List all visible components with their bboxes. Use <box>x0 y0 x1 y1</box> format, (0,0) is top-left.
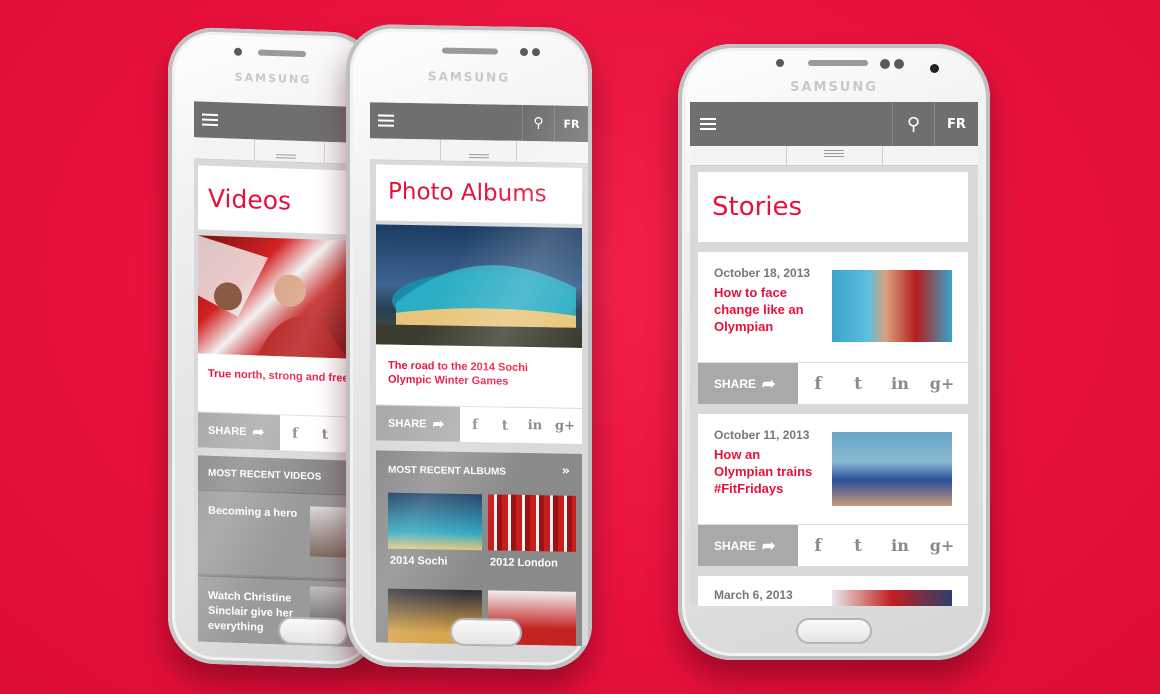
story-date: March 6, 2013 <box>714 588 793 602</box>
linkedin-icon[interactable]: in <box>520 408 550 444</box>
speaker-grille <box>258 49 306 58</box>
drag-handle-icon[interactable] <box>469 154 489 160</box>
share-button[interactable]: SHARE ➦ <box>698 363 798 404</box>
share-arrow-icon: ➦ <box>762 537 776 555</box>
share-bar: SHARE ➦ f t in g+ <box>698 524 968 566</box>
speaker-grille <box>442 47 498 55</box>
story-thumbnail <box>832 270 952 342</box>
share-bar: SHARE ➦ f t in g+ <box>376 404 582 444</box>
section-title-card: Photo Albums <box>376 164 582 224</box>
page-title: Videos <box>208 183 292 216</box>
twitter-icon[interactable]: t <box>838 363 878 404</box>
drag-handle-icon[interactable] <box>276 154 296 161</box>
album-thumbnail <box>388 492 482 551</box>
search-button[interactable]: ⚲ <box>892 102 934 146</box>
hamburger-menu-icon[interactable] <box>700 118 716 130</box>
linkedin-icon[interactable]: in <box>878 525 922 566</box>
story-headline[interactable]: How to face change like an Olympian <box>714 284 820 335</box>
home-button[interactable] <box>796 618 872 644</box>
top-bar: ⚲ FR <box>370 102 588 143</box>
hero-album-image[interactable] <box>376 224 582 348</box>
linkedin-icon[interactable]: in <box>878 363 922 404</box>
language-toggle-button[interactable]: FR <box>554 105 588 143</box>
share-arrow-icon: ➦ <box>432 415 445 432</box>
twitter-icon[interactable]: t <box>490 407 520 443</box>
tab-strip <box>690 146 978 166</box>
camera-lens-icon <box>930 64 939 73</box>
screen-stories: ⚲ FR Stories October 18, 2013 How to fac… <box>690 102 978 606</box>
album-thumbnail <box>488 494 576 552</box>
home-button[interactable] <box>450 617 522 647</box>
front-camera-icon <box>520 47 528 57</box>
album-tile-london[interactable]: 2012 London <box>488 494 576 576</box>
phone-albums: SAMSUNG ⚲ FR Photo Albums The road to th… <box>346 23 592 671</box>
story-card[interactable]: March 6, 2013 <box>698 576 968 606</box>
share-button[interactable]: SHARE ➦ <box>198 412 280 451</box>
language-toggle-button[interactable]: FR <box>934 102 978 146</box>
recent-heading: MOST RECENT ALBUMS <box>388 464 506 478</box>
googleplus-icon[interactable]: g+ <box>922 363 962 404</box>
twitter-icon[interactable]: t <box>310 416 340 452</box>
search-button[interactable]: ⚲ <box>522 104 554 142</box>
speaker-grille <box>808 60 868 66</box>
top-bar: ⚲ FR <box>690 102 978 146</box>
tab-strip <box>370 138 588 165</box>
story-card[interactable]: October 18, 2013 How to face change like… <box>698 252 968 362</box>
hamburger-menu-icon[interactable] <box>202 113 218 127</box>
list-item-thumbnail <box>310 506 350 558</box>
hero-caption[interactable]: The road to the 2014 Sochi Olympic Winte… <box>376 344 582 408</box>
search-icon: ⚲ <box>533 115 544 132</box>
hero-photo-shapes <box>376 265 582 348</box>
story-thumbnail <box>832 432 952 506</box>
share-button[interactable]: SHARE ➦ <box>698 525 798 566</box>
page-title: Photo Albums <box>388 178 547 208</box>
screen-albums: ⚲ FR Photo Albums The road to the 2014 S… <box>370 102 588 647</box>
list-item-label: Becoming a hero <box>208 504 298 520</box>
album-tile-sochi[interactable]: 2014 Sochi <box>388 492 482 575</box>
facebook-icon[interactable]: f <box>280 415 310 451</box>
facebook-icon[interactable]: f <box>460 407 490 443</box>
page-title: Stories <box>712 192 803 222</box>
story-date: October 11, 2013 <box>714 428 810 442</box>
facebook-icon[interactable]: f <box>798 525 838 566</box>
share-arrow-icon: ➦ <box>252 423 265 440</box>
story-date: October 18, 2013 <box>714 266 811 280</box>
front-camera-icon <box>234 47 242 56</box>
twitter-icon[interactable]: t <box>838 525 878 566</box>
phone-stories: SAMSUNG ⚲ FR Stories October 18, 2013 Ho… <box>678 44 990 660</box>
share-arrow-icon: ➦ <box>762 375 776 393</box>
share-button[interactable]: SHARE ➦ <box>376 405 460 442</box>
story-headline[interactable]: How an Olympian trains #FitFridays <box>714 446 820 497</box>
story-card[interactable]: October 11, 2013 How an Olympian trains … <box>698 414 968 524</box>
share-label: SHARE <box>714 538 757 553</box>
section-title-card: Stories <box>698 172 968 242</box>
hamburger-menu-icon[interactable] <box>378 114 394 127</box>
brand-logo: SAMSUNG <box>790 80 878 95</box>
share-label: SHARE <box>208 424 247 438</box>
googleplus-icon[interactable]: g+ <box>550 408 580 444</box>
story-thumbnail <box>832 590 952 606</box>
share-label: SHARE <box>714 376 757 391</box>
proximity-sensor-icon <box>894 59 904 69</box>
share-bar: SHARE ➦ f t in g+ <box>698 362 968 404</box>
googleplus-icon[interactable]: g+ <box>922 525 962 566</box>
light-sensor-icon <box>776 59 784 67</box>
brand-logo: SAMSUNG <box>427 69 511 85</box>
home-button[interactable] <box>278 616 348 647</box>
recent-albums-panel: MOST RECENT ALBUMS » 2014 Sochi 2012 Lon… <box>376 450 582 646</box>
album-label: 2014 Sochi <box>390 554 448 568</box>
sensor-icon <box>532 48 540 57</box>
facebook-icon[interactable]: f <box>798 363 838 404</box>
search-icon: ⚲ <box>906 113 921 135</box>
share-label: SHARE <box>388 417 427 430</box>
album-label: 2012 London <box>490 556 558 570</box>
front-camera-icon <box>880 59 890 69</box>
chevron-right-icon[interactable]: » <box>562 464 570 479</box>
drag-handle-icon[interactable] <box>824 150 844 159</box>
